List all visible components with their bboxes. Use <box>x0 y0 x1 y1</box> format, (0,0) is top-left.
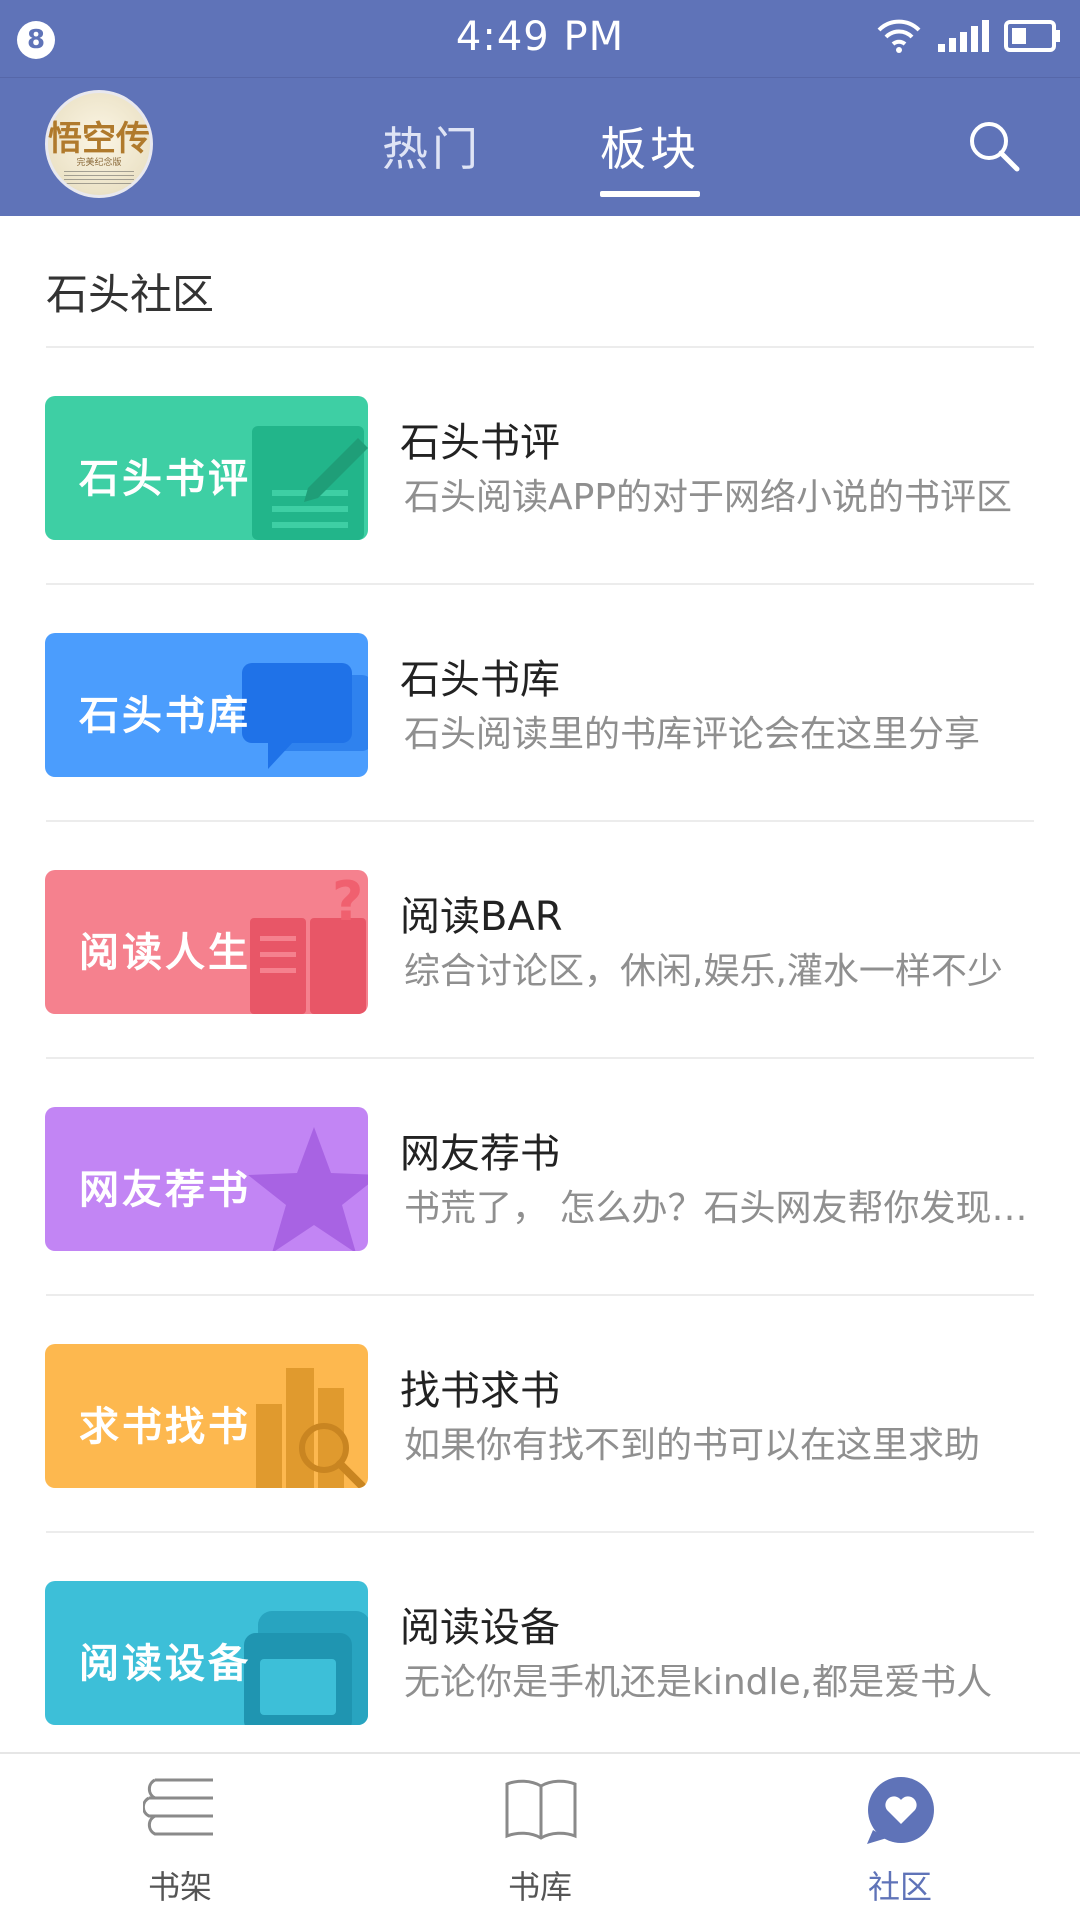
signal-icon <box>938 20 989 52</box>
avatar-decoration <box>64 171 134 185</box>
app-bar: 悟空传 完美纪念版 热门 板块 <box>0 77 1080 216</box>
board-description: 综合讨论区，休闲,娱乐,灌水一样不少 <box>404 951 1003 992</box>
board-description: 如果你有找不到的书可以在这里求助 <box>404 1425 981 1466</box>
banner-label: 求书找书 <box>79 1404 251 1450</box>
avatar-subtitle: 完美纪念版 <box>76 158 122 168</box>
board-item[interactable]: 石头书评 石头书评 石头阅读APP的对于网络小说的书评区 <box>0 348 1080 585</box>
board-banner[interactable]: 求书找书 <box>45 1344 368 1488</box>
board-banner[interactable]: 石头书库 <box>45 633 368 777</box>
svg-text:?: ? <box>332 870 363 933</box>
board-item[interactable]: 阅读设备 阅读设备 无论你是手机还是kindle,都是爱书人 <box>0 1533 1080 1752</box>
search-icon[interactable] <box>966 118 1022 174</box>
board-item[interactable]: 求书找书 找书求书 如果你有找不到的书可以在这里求助 <box>0 1296 1080 1533</box>
banner-label: 阅读人生 <box>79 930 251 976</box>
nav-item-library[interactable]: 书库 <box>440 1754 640 1922</box>
board-description: 书荒了， 怎么办？石头网友帮你发现好书 <box>404 1188 1034 1229</box>
board-banner[interactable]: 阅读设备 <box>45 1581 368 1725</box>
bookshelf-icon <box>143 1778 213 1836</box>
board-description: 无论你是手机还是kindle,都是爱书人 <box>404 1662 993 1703</box>
battery-icon <box>1004 20 1060 52</box>
nav-label: 社区 <box>867 1868 932 1906</box>
board-description: 石头阅读APP的对于网络小说的书评区 <box>404 477 1013 518</box>
avatar[interactable]: 悟空传 完美纪念版 <box>45 90 153 198</box>
banner-label: 石头书评 <box>79 456 251 502</box>
board-name: 网友荐书 <box>400 1131 560 1177</box>
board-name: 阅读BAR <box>400 894 563 940</box>
banner-label: 石头书库 <box>79 693 251 739</box>
nav-label: 书库 <box>507 1868 572 1906</box>
banner-label: 网友荐书 <box>79 1167 251 1213</box>
community-icon <box>867 1777 934 1844</box>
tab-hot[interactable]: 热门 <box>382 113 482 179</box>
board-list: 石头社区 石头书评 石头书评 石头阅读APP的对于网络小说的书评区 石头书库 石… <box>0 216 1080 1752</box>
board-banner[interactable]: 阅读人生 ? <box>45 870 368 1014</box>
section-title: 石头社区 <box>46 270 215 319</box>
nav-item-bookshelf[interactable]: 书架 <box>80 1754 280 1922</box>
tab-board[interactable]: 板块 <box>600 113 700 179</box>
board-description: 石头阅读里的书库评论会在这里分享 <box>404 714 981 755</box>
board-item[interactable]: 网友荐书 网友荐书 书荒了， 怎么办？石头网友帮你发现好书 <box>0 1059 1080 1296</box>
bottom-nav: 书架 书库 社区 <box>0 1752 1080 1920</box>
board-name: 石头书评 <box>400 420 560 466</box>
status-bar: 8 4:49 PM <box>0 0 1080 77</box>
board-item[interactable]: 阅读人生 ? 阅读BAR 综合讨论区，休闲,娱乐,灌水一样不少 <box>0 822 1080 1059</box>
board-banner[interactable]: 网友荐书 <box>45 1107 368 1251</box>
nav-label: 书架 <box>147 1868 212 1906</box>
active-tab-indicator <box>600 191 700 197</box>
status-icons <box>876 18 1062 54</box>
board-name: 阅读设备 <box>400 1605 560 1651</box>
avatar-title: 悟空传 <box>48 119 150 159</box>
board-name: 石头书库 <box>400 657 560 703</box>
book-icon <box>505 1779 577 1840</box>
board-item[interactable]: 石头书库 石头书库 石头阅读里的书库评论会在这里分享 <box>0 585 1080 822</box>
board-banner[interactable]: 石头书评 <box>45 396 368 540</box>
board-name: 找书求书 <box>400 1368 560 1414</box>
banner-label: 阅读设备 <box>79 1641 251 1687</box>
nav-item-community[interactable]: 社区 <box>800 1754 1000 1922</box>
wifi-icon <box>877 19 921 53</box>
